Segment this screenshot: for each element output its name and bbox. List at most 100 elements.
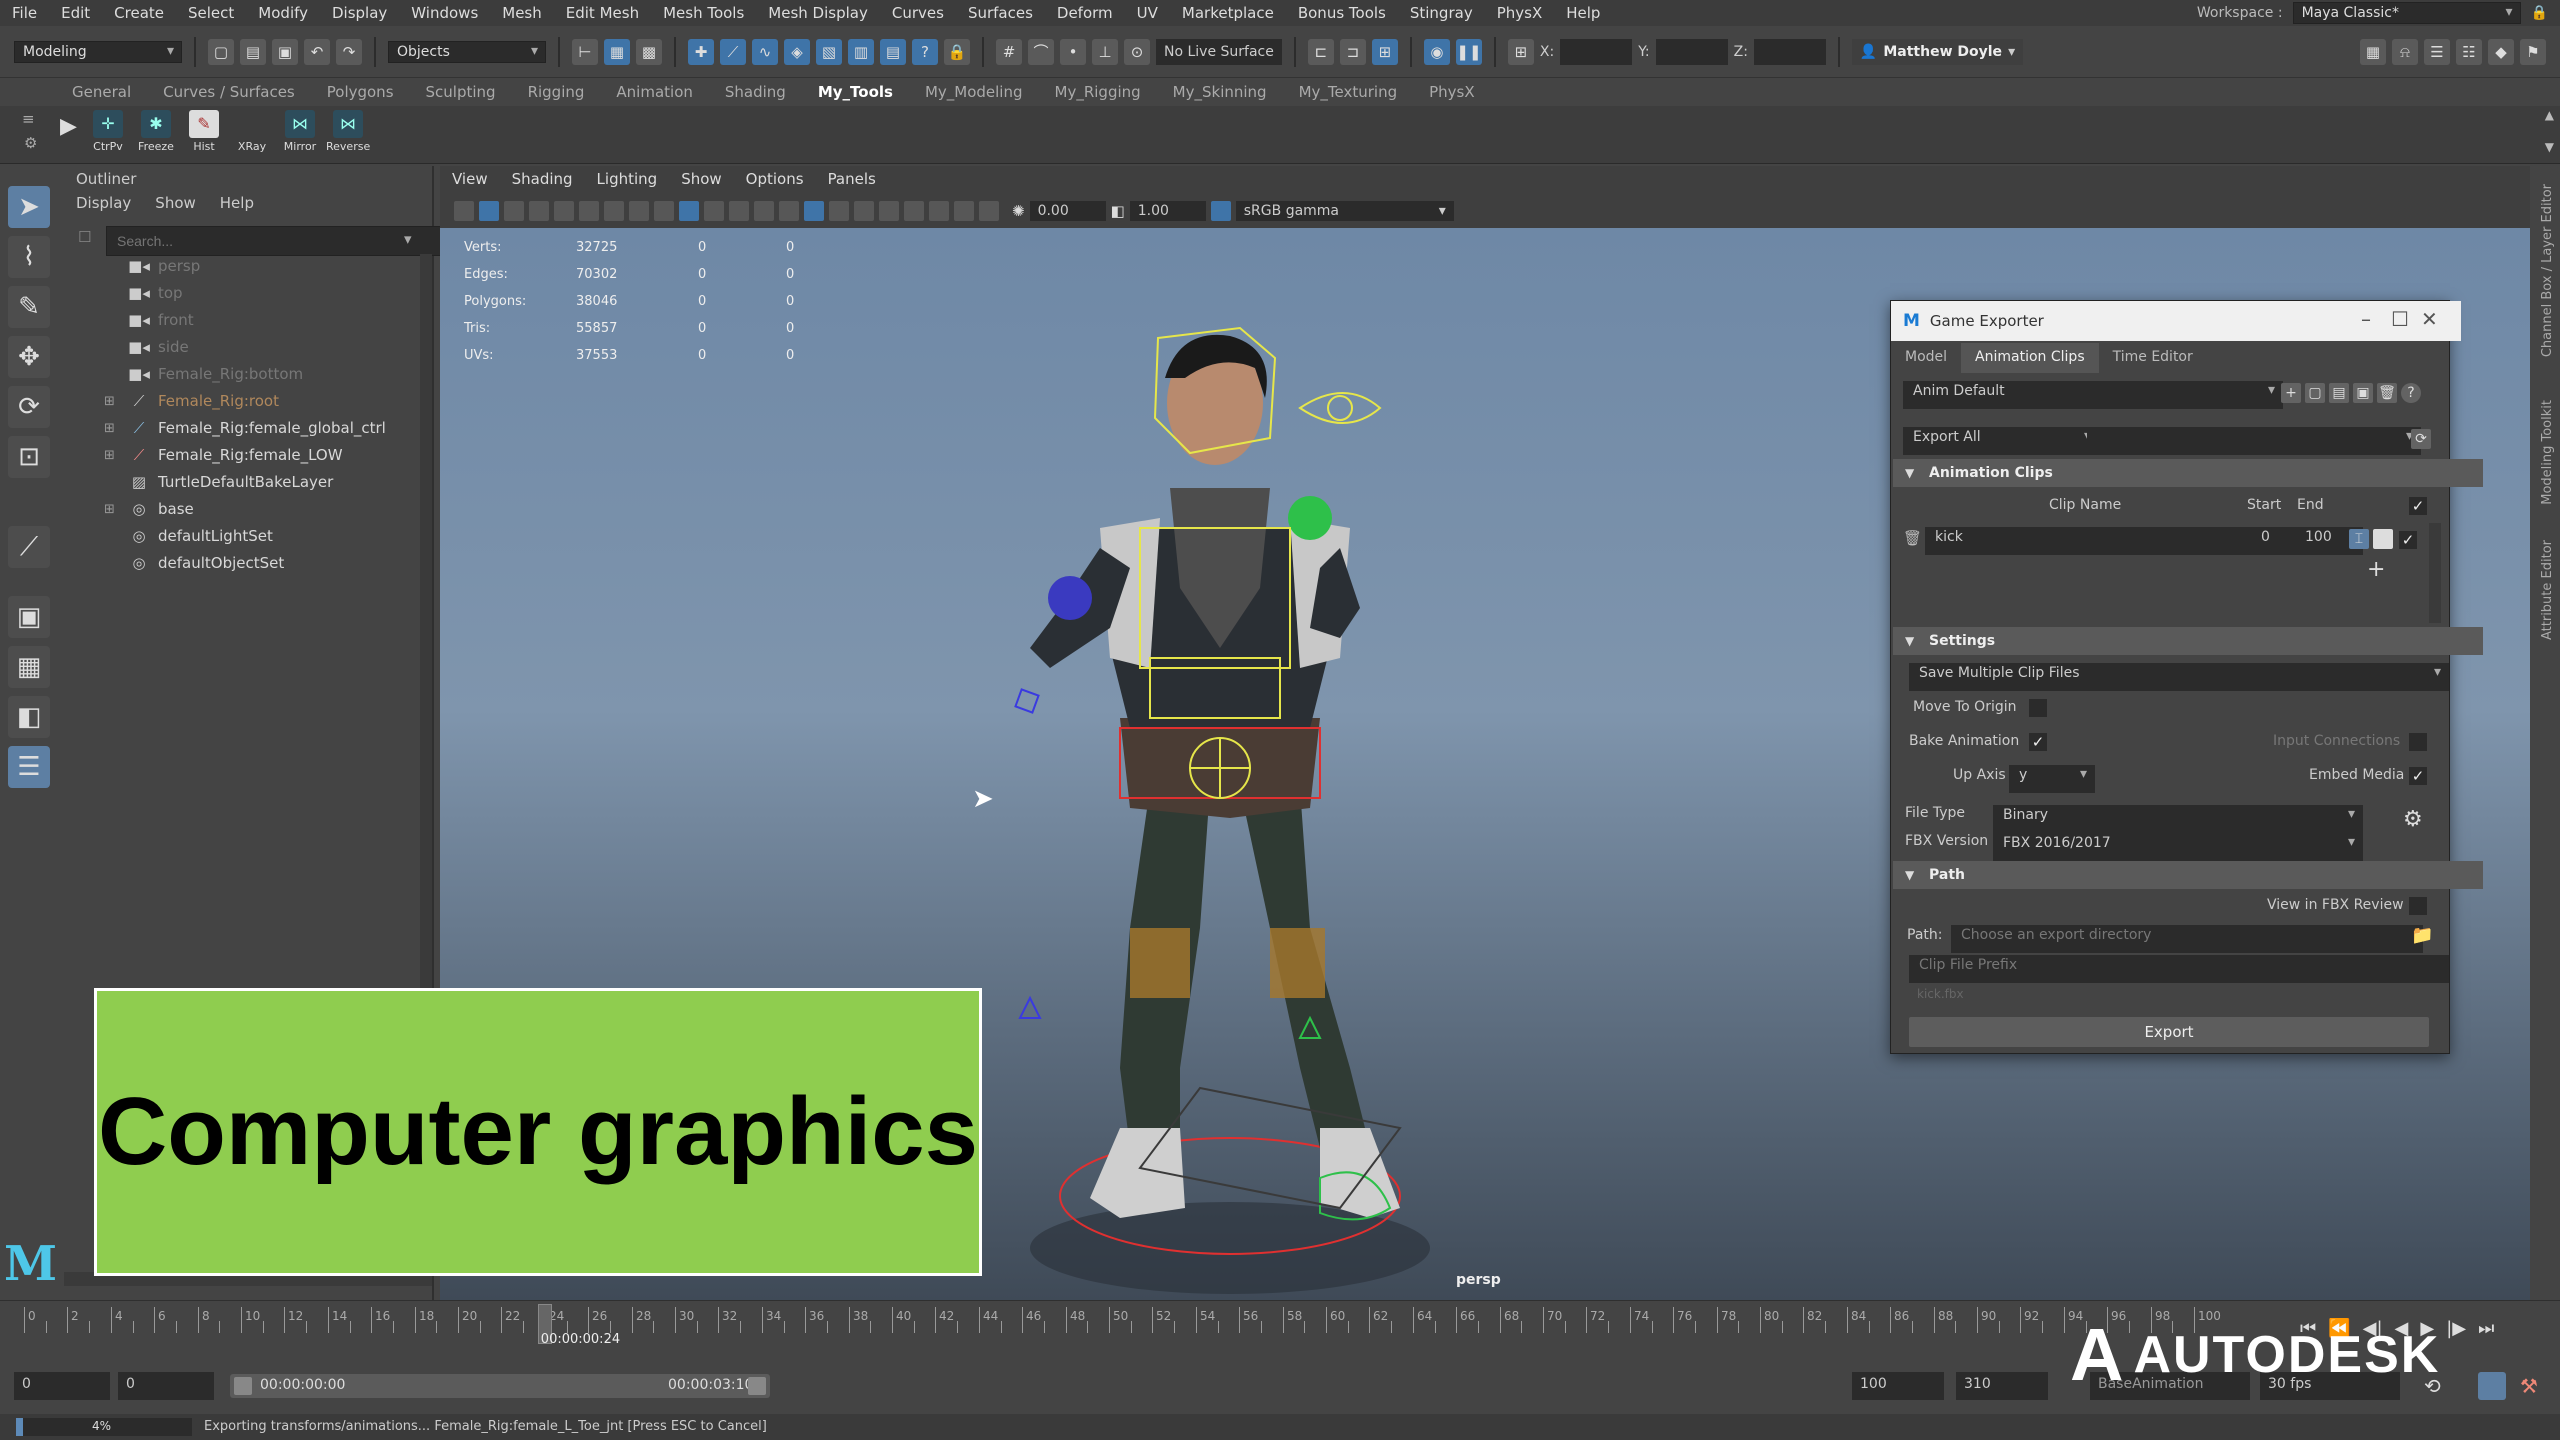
image-plane-icon[interactable] bbox=[529, 201, 549, 221]
menu-marketplace[interactable]: Marketplace bbox=[1170, 4, 1286, 22]
playback-end-field[interactable]: 100 bbox=[1852, 1372, 1944, 1400]
outliner-layout-icon[interactable]: ☰ bbox=[8, 746, 50, 788]
menu-stingray[interactable]: Stingray bbox=[1398, 4, 1485, 22]
outliner-item-female-rig-root[interactable]: ⊞ ⟋ Female_Rig:root bbox=[104, 389, 279, 413]
step-forward-frame-icon[interactable]: |▶ bbox=[2446, 1318, 2466, 1339]
shelf-tab-sculpting[interactable]: Sculpting bbox=[410, 83, 512, 101]
x-field[interactable] bbox=[1560, 38, 1633, 65]
menu-deform[interactable]: Deform bbox=[1045, 4, 1125, 22]
menu-bonus-tools[interactable]: Bonus Tools bbox=[1286, 4, 1398, 22]
ipr-render-icon[interactable]: ❚❚ bbox=[1455, 38, 1482, 65]
shelf-tab-my-modeling[interactable]: My_Modeling bbox=[909, 83, 1039, 101]
file-type-dropdown[interactable]: Binary bbox=[1993, 805, 2363, 833]
viewport-menu-options[interactable]: Options bbox=[734, 170, 816, 188]
menu-mesh[interactable]: Mesh bbox=[490, 4, 554, 22]
snap-view-icon[interactable]: ⊥ bbox=[1092, 38, 1118, 65]
view-in-fbx-checkbox[interactable] bbox=[2409, 897, 2427, 915]
maximize-icon[interactable]: ☐ bbox=[2391, 307, 2409, 331]
scene-end-field[interactable]: 310 bbox=[1956, 1372, 2048, 1400]
select-all-checkbox[interactable]: ✓ bbox=[2409, 497, 2427, 515]
lasso-tool-icon[interactable]: ⌇ bbox=[8, 236, 50, 278]
add-clip-icon[interactable]: + bbox=[2367, 557, 2385, 582]
shelf-reverse-button[interactable]: ⋈ Reverse bbox=[326, 110, 370, 158]
user-account-dropdown[interactable]: 👤 Matthew Doyle ▾ bbox=[1851, 38, 2024, 65]
menu-curves[interactable]: Curves bbox=[880, 4, 956, 22]
modeling-toolkit-icon[interactable]: ▦ bbox=[2360, 38, 2386, 65]
channel-box-icon[interactable]: ◆ bbox=[2488, 38, 2514, 65]
shelf-tab-my-texturing[interactable]: My_Texturing bbox=[1283, 83, 1414, 101]
shelf-settings-icon[interactable]: ⚙ bbox=[24, 134, 37, 152]
smooth-shade-icon[interactable] bbox=[679, 201, 699, 221]
outliner-item-top[interactable]: ■◂ top bbox=[104, 281, 182, 305]
menu-help[interactable]: Help bbox=[1554, 4, 1612, 22]
new-scene-icon[interactable]: ▢ bbox=[208, 38, 234, 65]
outliner-item-female-low[interactable]: ⊞ ⟋ Female_Rig:female_LOW bbox=[104, 443, 343, 467]
clip-color-icon[interactable] bbox=[2373, 529, 2393, 549]
snap-point-icon[interactable]: • bbox=[1060, 38, 1086, 65]
export-selection-dropdown[interactable] bbox=[2087, 427, 2421, 455]
single-perspective-layout-icon[interactable]: ▣ bbox=[8, 596, 50, 638]
default-material-icon[interactable] bbox=[704, 201, 724, 221]
expand-icon[interactable]: ⊞ bbox=[104, 502, 126, 517]
snap-curve-icon[interactable]: ⌒ bbox=[1028, 38, 1054, 65]
up-axis-dropdown[interactable]: y bbox=[2009, 765, 2095, 793]
grid-icon[interactable] bbox=[554, 201, 574, 221]
menu-mesh-tools[interactable]: Mesh Tools bbox=[651, 4, 756, 22]
select-tool-icon[interactable]: ➤ bbox=[8, 186, 50, 228]
outliner-item-persp[interactable]: ■◂ persp bbox=[104, 254, 200, 278]
four-view-layout-icon[interactable]: ▦ bbox=[8, 646, 50, 688]
wireframe-icon[interactable] bbox=[654, 201, 674, 221]
viewport-menu-panels[interactable]: Panels bbox=[816, 170, 888, 188]
shelf-scroll-up-icon[interactable]: ▲ bbox=[2545, 108, 2554, 122]
mask-handles-icon[interactable]: ✚ bbox=[688, 38, 714, 65]
gear-icon[interactable]: ⚙ bbox=[2403, 807, 2423, 832]
playback-start-field[interactable]: 0 bbox=[118, 1372, 214, 1400]
tool-settings-icon[interactable]: ☷ bbox=[2456, 38, 2482, 65]
shelf-ctrpv-button[interactable]: ✛ CtrPv bbox=[86, 110, 130, 158]
wireframe-on-shaded-icon[interactable] bbox=[729, 201, 749, 221]
scale-tool-icon[interactable]: ⊡ bbox=[8, 436, 50, 478]
mask-render-icon[interactable]: ▤ bbox=[880, 38, 906, 65]
ambient-occlusion-icon[interactable] bbox=[829, 201, 849, 221]
isolate-select-icon[interactable] bbox=[854, 201, 874, 221]
attribute-editor-icon[interactable]: ☰ bbox=[2424, 38, 2450, 65]
use-all-lights-icon[interactable] bbox=[779, 201, 799, 221]
outliner-item-side[interactable]: ■◂ side bbox=[104, 335, 189, 359]
menu-physx[interactable]: PhysX bbox=[1485, 4, 1555, 22]
mask-surfaces-icon[interactable]: ◈ bbox=[784, 38, 810, 65]
move-to-origin-checkbox[interactable] bbox=[2029, 699, 2047, 717]
shelf-menu-icon[interactable]: ≡ bbox=[22, 110, 35, 128]
range-start-handle[interactable] bbox=[234, 1377, 252, 1395]
shelf-mirror-button[interactable]: ⋈ Mirror bbox=[278, 110, 322, 158]
settings-section[interactable]: Settings bbox=[1893, 627, 2483, 655]
snap-live-icon[interactable]: ⊙ bbox=[1124, 38, 1150, 65]
bake-animation-checkbox[interactable]: ✓ bbox=[2029, 733, 2047, 751]
tab-animation-clips[interactable]: Animation Clips bbox=[1961, 343, 2099, 373]
mask-joints-icon[interactable]: ⟋ bbox=[720, 38, 746, 65]
viewport-menu-show[interactable]: Show bbox=[669, 170, 733, 188]
clip-name-input[interactable]: kick bbox=[1925, 527, 2265, 555]
close-icon[interactable]: ✕ bbox=[2421, 307, 2438, 331]
outliner-item-base[interactable]: ⊞ ◎ base bbox=[104, 497, 194, 521]
camera-select-icon[interactable] bbox=[454, 201, 474, 221]
delete-clip-icon[interactable]: 🗑 bbox=[1903, 529, 1922, 547]
menu-edit[interactable]: Edit bbox=[49, 4, 102, 22]
shelf-tab-my-tools[interactable]: My_Tools bbox=[802, 83, 909, 101]
path-section[interactable]: Path bbox=[1893, 861, 2483, 889]
menu-select[interactable]: Select bbox=[176, 4, 246, 22]
animation-clips-section[interactable]: Animation Clips bbox=[1893, 459, 2483, 487]
edit-preset-icon[interactable]: ▢ bbox=[2305, 383, 2325, 403]
help-icon[interactable]: ? bbox=[2401, 383, 2421, 403]
safe-action-icon[interactable] bbox=[629, 201, 649, 221]
tab-time-editor[interactable]: Time Editor bbox=[2099, 343, 2207, 373]
clip-file-prefix-input[interactable]: Clip File Prefix bbox=[1909, 955, 2449, 983]
shelf-tab-physx[interactable]: PhysX bbox=[1413, 83, 1491, 101]
shadows-icon[interactable] bbox=[804, 201, 824, 221]
folder-icon[interactable]: 📁 bbox=[2411, 925, 2433, 946]
mask-curves-icon[interactable]: ∿ bbox=[752, 38, 778, 65]
character-controls-icon[interactable]: ⍾ bbox=[2392, 38, 2418, 65]
range-end-handle[interactable] bbox=[748, 1377, 766, 1395]
paint-select-tool-icon[interactable]: ✎ bbox=[8, 286, 50, 328]
outliner-menu-help[interactable]: Help bbox=[220, 194, 254, 212]
expand-icon[interactable]: ⊞ bbox=[104, 448, 126, 463]
